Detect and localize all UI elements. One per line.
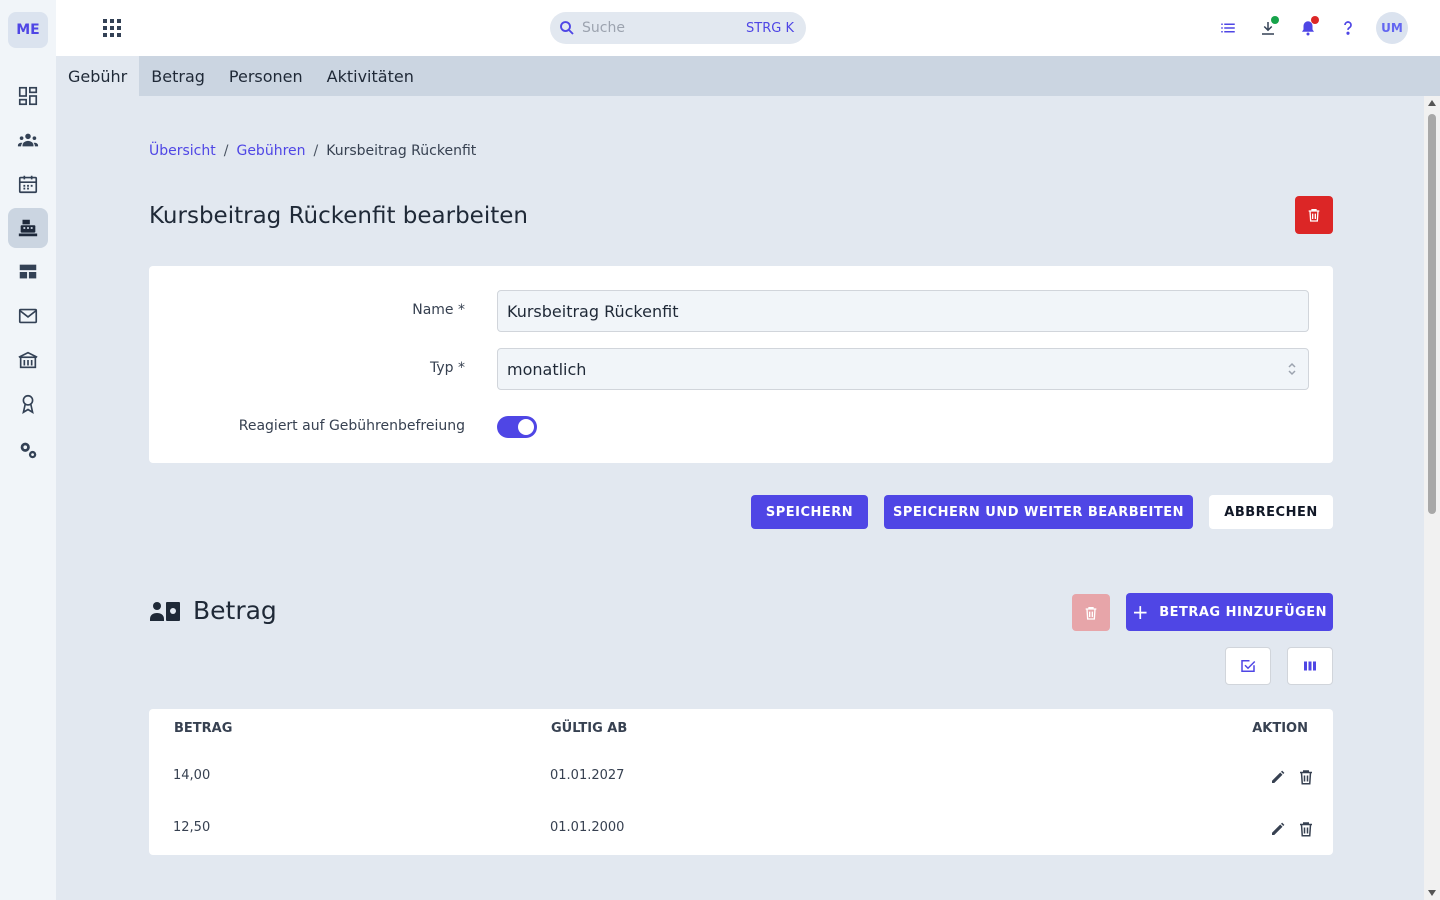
top-actions: UM xyxy=(1216,12,1408,44)
name-field[interactable]: Kursbeitrag Rückenfit xyxy=(497,290,1309,332)
notification-badge xyxy=(1311,16,1319,24)
person-money-icon xyxy=(150,601,180,621)
building-icon xyxy=(18,351,38,369)
row-actions xyxy=(1269,768,1315,786)
edit-row-button[interactable] xyxy=(1269,820,1287,838)
apps-grid-icon[interactable] xyxy=(100,16,124,40)
trash-icon xyxy=(1300,770,1312,785)
fee-form: Name * Kursbeitrag Rückenfit Typ * monat… xyxy=(149,266,1333,463)
cell-valid-from: 01.01.2000 xyxy=(550,820,625,835)
calendar-icon xyxy=(18,175,38,194)
amount-table: BETRAG GÜLTIG AB AKTION 14,00 01.01.2027… xyxy=(149,709,1333,855)
downloads-button[interactable] xyxy=(1256,16,1280,40)
search-placeholder: Suche xyxy=(582,20,625,36)
columns-button[interactable] xyxy=(1287,647,1333,685)
column-header-amount[interactable]: BETRAG xyxy=(174,721,232,736)
pencil-icon xyxy=(1272,822,1285,835)
row-actions xyxy=(1269,820,1315,838)
trash-icon xyxy=(1308,209,1320,222)
sidebar-item-fees[interactable] xyxy=(8,208,48,248)
dashboard-icon xyxy=(18,86,38,106)
cash-register-icon xyxy=(18,219,38,237)
type-select[interactable]: monatlich xyxy=(497,348,1309,390)
columns-icon xyxy=(1304,661,1316,671)
page-title: Kursbeitrag Rückenfit bearbeiten xyxy=(149,203,528,229)
scroll-down-icon[interactable] xyxy=(1428,890,1436,896)
tab-gebuehr[interactable]: Gebühr xyxy=(56,56,140,96)
sidebar: ME xyxy=(0,0,56,900)
breadcrumb-current: Kursbeitrag Rückenfit xyxy=(326,143,477,159)
checkbox-select-icon xyxy=(1241,660,1256,672)
exemption-toggle[interactable] xyxy=(497,416,537,438)
select-rows-button[interactable] xyxy=(1225,647,1271,685)
exemption-label: Reagiert auf Gebührenbefreiung xyxy=(238,418,465,434)
delete-selected-amounts-button xyxy=(1072,594,1110,631)
delete-row-button[interactable] xyxy=(1297,820,1315,838)
name-label: Name * xyxy=(412,302,465,318)
mail-icon xyxy=(18,308,38,324)
breadcrumb: Übersicht / Gebühren / Kursbeitrag Rücke… xyxy=(149,143,476,159)
list-icon xyxy=(1221,23,1235,33)
edit-row-button[interactable] xyxy=(1269,768,1287,786)
breadcrumb-separator: / xyxy=(223,143,229,159)
tab-personen[interactable]: Personen xyxy=(217,56,315,96)
cell-valid-from: 01.01.2027 xyxy=(550,768,625,783)
breadcrumb-fees[interactable]: Gebühren xyxy=(236,143,305,159)
plus-icon: + xyxy=(1131,600,1150,624)
download-status-dot xyxy=(1271,16,1279,24)
amount-section-label: Betrag xyxy=(193,596,277,625)
cancel-button[interactable]: ABBRECHEN xyxy=(1209,495,1333,529)
type-select-value: monatlich xyxy=(507,359,587,379)
add-amount-button[interactable]: + BETRAG HINZUFÜGEN xyxy=(1126,593,1333,631)
award-icon xyxy=(22,394,34,414)
sidebar-item-awards[interactable] xyxy=(8,384,48,424)
tab-aktivitaeten[interactable]: Aktivitäten xyxy=(315,56,426,96)
scrollbar-thumb[interactable] xyxy=(1428,114,1436,514)
trash-icon xyxy=(1085,606,1097,620)
top-bar: Suche STRG K UM xyxy=(56,0,1440,56)
search-shortcut: STRG K xyxy=(746,20,794,36)
tab-betrag[interactable]: Betrag xyxy=(139,56,217,96)
cell-amount: 12,50 xyxy=(173,820,211,835)
task-list-button[interactable] xyxy=(1216,16,1240,40)
sidebar-item-people[interactable] xyxy=(8,120,48,160)
search-icon xyxy=(560,21,574,35)
breadcrumb-overview[interactable]: Übersicht xyxy=(149,143,216,159)
amount-section-title: Betrag xyxy=(149,596,277,625)
column-header-action: AKTION xyxy=(1252,721,1308,736)
save-continue-button[interactable]: SPEICHERN UND WEITER BEARBEITEN xyxy=(884,495,1193,529)
pencil-icon xyxy=(1272,770,1285,783)
type-label: Typ * xyxy=(430,360,465,376)
sidebar-item-tables[interactable] xyxy=(8,252,48,292)
help-button[interactable] xyxy=(1336,16,1360,40)
cell-amount: 14,00 xyxy=(173,768,211,783)
toggle-knob xyxy=(518,419,534,435)
tab-bar: Gebühr Betrag Personen Aktivitäten xyxy=(56,56,1440,96)
trash-icon xyxy=(1300,822,1312,837)
people-icon xyxy=(17,133,39,147)
app-logo[interactable]: ME xyxy=(8,12,48,48)
breadcrumb-separator: / xyxy=(313,143,319,159)
page-scrollbar[interactable] xyxy=(1424,96,1440,900)
select-arrows-icon xyxy=(1288,362,1296,376)
table-icon xyxy=(19,264,37,279)
sidebar-item-facilities[interactable] xyxy=(8,340,48,380)
add-amount-label: BETRAG HINZUFÜGEN xyxy=(1159,604,1328,620)
scroll-up-icon[interactable] xyxy=(1428,100,1436,106)
sidebar-item-mail[interactable] xyxy=(8,296,48,336)
delete-row-button[interactable] xyxy=(1297,768,1315,786)
column-header-valid-from[interactable]: GÜLTIG AB xyxy=(551,721,627,736)
notifications-button[interactable] xyxy=(1296,16,1320,40)
help-icon xyxy=(1344,21,1352,35)
settings-icon xyxy=(20,442,37,459)
delete-fee-button[interactable] xyxy=(1295,196,1333,234)
sidebar-item-settings[interactable] xyxy=(8,430,48,470)
sidebar-item-calendar[interactable] xyxy=(8,164,48,204)
sidebar-item-dashboard[interactable] xyxy=(8,76,48,116)
user-avatar[interactable]: UM xyxy=(1376,12,1408,44)
search-input[interactable]: Suche STRG K xyxy=(550,12,806,44)
save-button[interactable]: SPEICHERN xyxy=(751,495,868,529)
